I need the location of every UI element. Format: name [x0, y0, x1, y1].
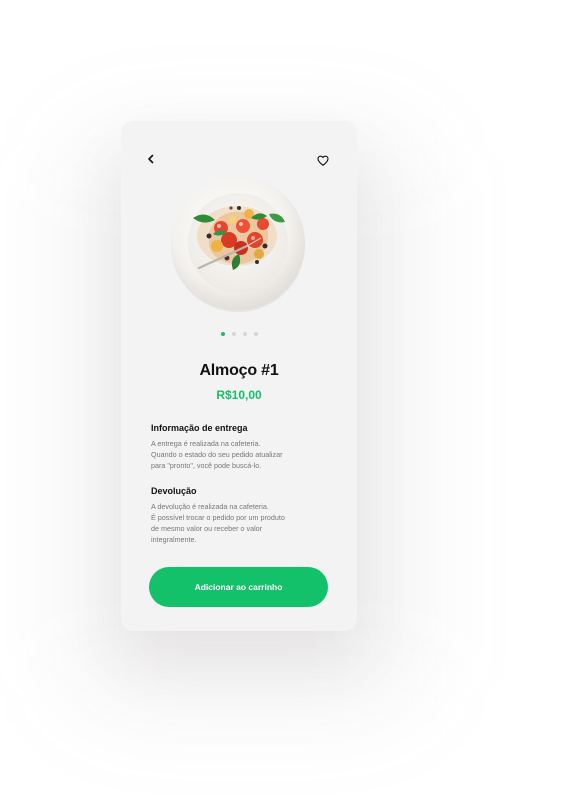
delivery-info-title: Informação de entrega: [151, 423, 248, 433]
returns-title: Devolução: [151, 486, 197, 496]
chevron-left-icon: [148, 154, 154, 164]
product-card: Almoço #1 R$10,00 Informação de entrega …: [121, 121, 357, 631]
product-image: [169, 174, 307, 312]
favorite-button[interactable]: [315, 152, 331, 168]
carousel-dot-3[interactable]: [242, 332, 247, 336]
food-plate-illustration: [171, 176, 305, 312]
returns-line: É possível trocar o pedido por um produt…: [151, 513, 285, 522]
product-price: R$10,00: [216, 388, 262, 402]
carousel-dot-4[interactable]: [253, 332, 258, 336]
delivery-info-line: Quando o estado do seu pedido atualizar: [151, 450, 283, 459]
carousel-indicator: [121, 332, 357, 336]
delivery-info-line: para "pronto", você pode buscá-lo.: [151, 461, 262, 470]
returns-section: Devolução A devolução é realizada na caf…: [151, 486, 331, 545]
returns-line: integralmente.: [151, 535, 197, 544]
heart-icon: [317, 155, 329, 166]
carousel-dot-1[interactable]: [220, 332, 225, 336]
returns-line: de mesmo valor ou receber o valor: [151, 524, 263, 533]
product-title: Almoço #1: [199, 362, 279, 379]
page-stage: Almoço #1 R$10,00 Informação de entrega …: [0, 0, 578, 811]
delivery-info-section: Informação de entrega A entrega é realiz…: [151, 423, 331, 471]
add-to-cart-button[interactable]: Adicionar ao carrinho: [149, 567, 328, 607]
delivery-info-text: A entrega é realizada na cafeteria. Quan…: [151, 438, 331, 471]
returns-text: A devolução é realizada na cafeteria. É …: [151, 501, 331, 545]
delivery-info-line: A entrega é realizada na cafeteria.: [151, 439, 261, 448]
carousel-dot-2[interactable]: [231, 332, 236, 336]
back-button[interactable]: [143, 151, 159, 167]
returns-line: A devolução é realizada na cafeteria.: [151, 502, 269, 511]
